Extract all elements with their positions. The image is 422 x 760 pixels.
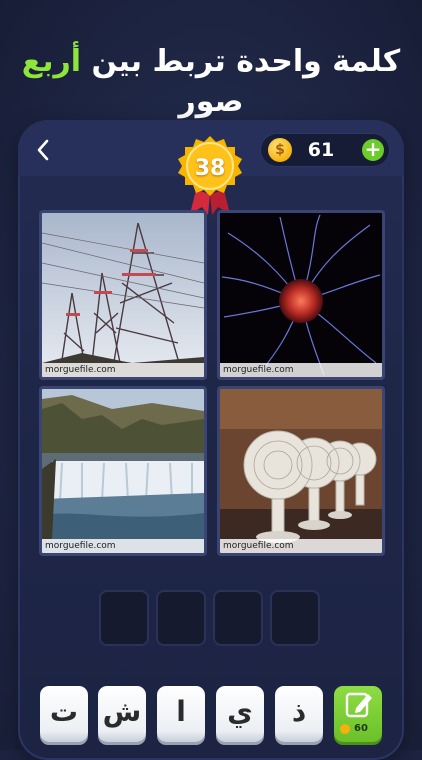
image-credit: morguefile.com [42, 539, 204, 553]
power-lines-image [42, 213, 204, 377]
add-coins-button[interactable]: + [362, 139, 384, 161]
image-credit: morguefile.com [220, 363, 382, 377]
coin-count: 61 [307, 139, 335, 161]
letter-key[interactable]: ت [40, 686, 88, 742]
level-number: 38 [194, 156, 226, 181]
plasma-ball-image [220, 213, 382, 377]
headline-accent: أربع [21, 44, 82, 79]
letter-key[interactable]: ذ [275, 686, 323, 742]
hint-cost: 60 [354, 723, 368, 734]
image-tile-plasma-ball[interactable]: morguefile.com [217, 210, 385, 380]
image-tile-power-lines[interactable]: morguefile.com [39, 210, 207, 380]
answer-slot-2[interactable] [156, 590, 206, 646]
back-button[interactable] [30, 136, 56, 164]
image-credit: morguefile.com [220, 539, 382, 553]
waterfall-image [42, 389, 204, 553]
answer-slot-3[interactable] [213, 590, 263, 646]
image-tile-electric-fans[interactable]: morguefile.com [217, 386, 385, 556]
headline-start: كلمة واحدة تربط بين [81, 44, 401, 79]
letter-key[interactable]: ش [98, 686, 146, 742]
electric-fans-image [220, 389, 382, 553]
image-tile-waterfall[interactable]: morguefile.com [39, 386, 207, 556]
plus-icon: + [364, 137, 382, 161]
letter-key[interactable]: ا [157, 686, 205, 742]
level-badge: 38 [172, 134, 248, 216]
letter-key[interactable]: ي [216, 686, 264, 742]
answer-slot-4[interactable] [270, 590, 320, 646]
coin-icon: $ [268, 138, 292, 162]
answer-slot-1[interactable] [99, 590, 149, 646]
chevron-left-icon [37, 139, 49, 161]
page-title: كلمة واحدة تربط بين أربع صور [0, 42, 422, 122]
image-credit: morguefile.com [42, 363, 204, 377]
pencil-icon [345, 692, 372, 718]
headline-end: صور [178, 84, 244, 119]
